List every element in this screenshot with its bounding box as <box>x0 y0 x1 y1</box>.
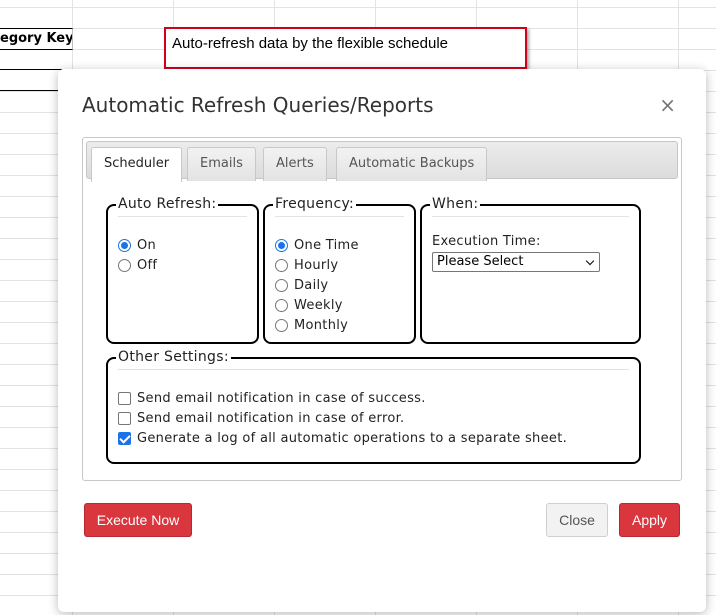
sheet-cell-category-key: egory Key <box>0 28 73 50</box>
frequency-hourly-option[interactable]: Hourly <box>275 258 338 273</box>
chevron-down-icon <box>585 256 595 266</box>
frequency-monthly-option[interactable]: Monthly <box>275 318 348 333</box>
email-error-checkbox[interactable] <box>118 412 131 425</box>
close-icon[interactable]: × <box>659 95 676 115</box>
email-error-option[interactable]: Send email notification in case of error… <box>118 411 404 426</box>
divider <box>275 216 404 217</box>
frequency-group: Frequency: One Time Hourly Daily Weekly … <box>263 196 416 344</box>
frequency-daily-radio[interactable] <box>275 279 288 292</box>
auto-refresh-legend: Auto Refresh: <box>116 196 219 212</box>
frequency-hourly-label: Hourly <box>294 258 339 273</box>
auto-refresh-group: Auto Refresh: On Off <box>106 196 259 344</box>
tab-emails[interactable]: Emails <box>187 147 256 181</box>
execute-now-button[interactable]: Execute Now <box>84 503 192 537</box>
dialog-title: Automatic Refresh Queries/Reports <box>82 93 434 117</box>
when-group: When: Execution Time: Please Select <box>420 196 641 344</box>
when-legend: When: <box>430 196 481 212</box>
auto-refresh-off-radio[interactable] <box>118 259 131 272</box>
frequency-daily-option[interactable]: Daily <box>275 278 328 293</box>
frequency-monthly-radio[interactable] <box>275 319 288 332</box>
frequency-one-time-option[interactable]: One Time <box>275 238 359 253</box>
auto-refresh-off-option[interactable]: Off <box>118 258 157 273</box>
other-settings-group: Other Settings: Send email notification … <box>106 349 641 464</box>
frequency-hourly-radio[interactable] <box>275 259 288 272</box>
email-error-label: Send email notification in case of error… <box>137 411 405 426</box>
tab-automatic-backups[interactable]: Automatic Backups <box>336 147 488 181</box>
frequency-one-time-radio[interactable] <box>275 239 288 252</box>
auto-refresh-off-label: Off <box>137 258 158 273</box>
tab-scheduler[interactable]: Scheduler <box>91 147 183 182</box>
email-success-checkbox[interactable] <box>118 392 131 405</box>
frequency-daily-label: Daily <box>294 278 329 293</box>
frequency-weekly-label: Weekly <box>294 298 343 313</box>
email-success-label: Send email notification in case of succe… <box>137 391 426 406</box>
frequency-legend: Frequency: <box>273 196 357 212</box>
log-operations-checkbox[interactable] <box>118 432 131 445</box>
execution-time-select[interactable]: Please Select <box>432 252 600 272</box>
frequency-one-time-label: One Time <box>294 238 359 253</box>
auto-refresh-on-radio[interactable] <box>118 239 131 252</box>
callout-text: Auto-refresh data by the flexible schedu… <box>172 35 448 52</box>
divider <box>432 216 629 217</box>
divider <box>118 369 629 370</box>
sheet-cell-empty <box>0 69 62 91</box>
close-button[interactable]: Close <box>546 503 608 537</box>
auto-refresh-on-label: On <box>137 238 157 253</box>
frequency-weekly-radio[interactable] <box>275 299 288 312</box>
tab-alerts[interactable]: Alerts <box>263 147 327 181</box>
apply-button[interactable]: Apply <box>619 503 680 537</box>
frequency-monthly-label: Monthly <box>294 318 349 333</box>
execution-time-label: Execution Time: <box>432 234 541 249</box>
log-operations-option[interactable]: Generate a log of all automatic operatio… <box>118 431 567 446</box>
execution-time-value: Please Select <box>437 254 524 269</box>
tab-panel: Scheduler Emails Alerts Automatic Backup… <box>82 137 682 481</box>
log-operations-label: Generate a log of all automatic operatio… <box>137 431 568 446</box>
auto-refresh-on-option[interactable]: On <box>118 238 156 253</box>
other-settings-legend: Other Settings: <box>116 349 231 365</box>
divider <box>118 216 247 217</box>
refresh-dialog: Automatic Refresh Queries/Reports × Sche… <box>58 69 706 612</box>
email-success-option[interactable]: Send email notification in case of succe… <box>118 391 426 406</box>
feature-callout: Auto-refresh data by the flexible schedu… <box>164 27 527 69</box>
tab-bar: Scheduler Emails Alerts Automatic Backup… <box>86 141 678 182</box>
frequency-weekly-option[interactable]: Weekly <box>275 298 343 313</box>
